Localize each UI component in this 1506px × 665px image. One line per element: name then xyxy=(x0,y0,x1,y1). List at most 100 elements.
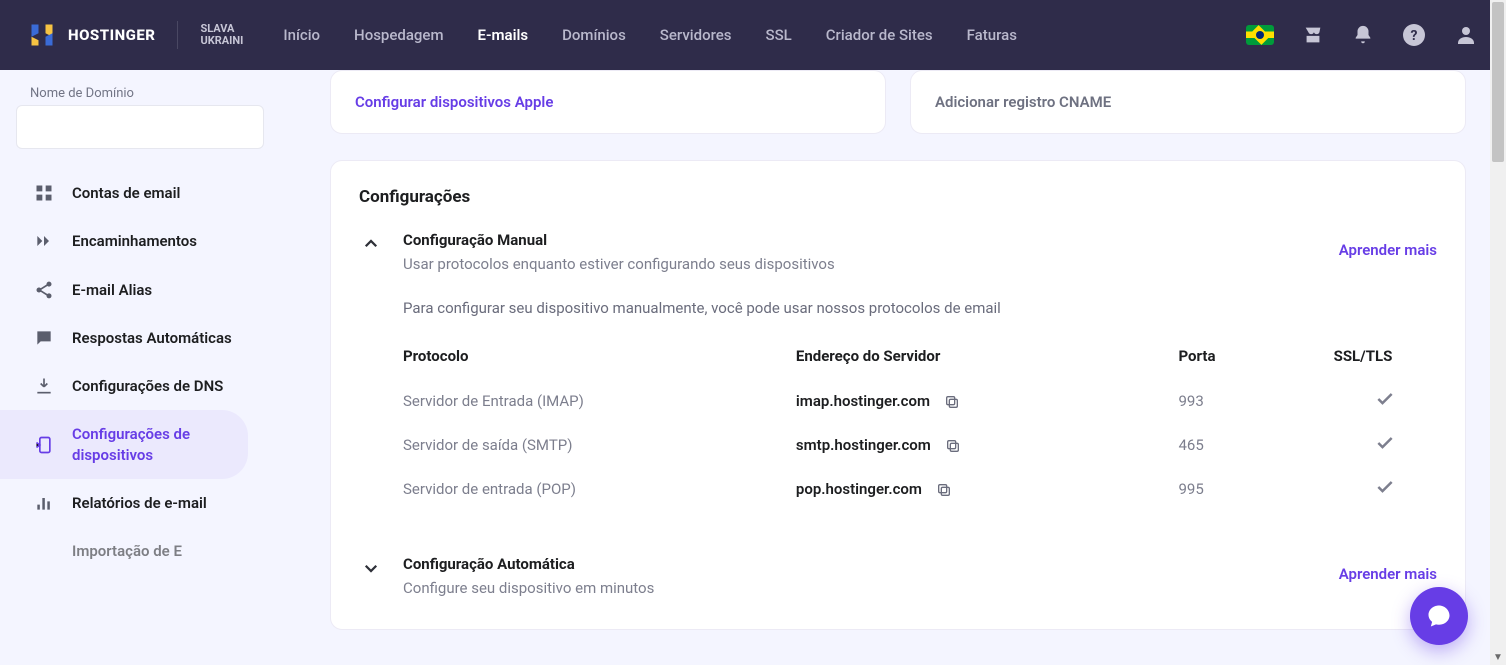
nav-faturas[interactable]: Faturas xyxy=(967,26,1017,44)
table-row: Servidor de Entrada (IMAP) imap.hostinge… xyxy=(403,379,1437,423)
chevron-down-icon xyxy=(359,555,383,577)
cell-proto: Servidor de saída (SMTP) xyxy=(403,423,796,467)
accordion-auto: Configuração Automática Configure seu di… xyxy=(359,555,1437,597)
sidebar-item-encaminhamentos[interactable]: Encaminhamentos xyxy=(0,217,248,265)
domain-select[interactable] xyxy=(16,105,264,149)
panel-heading: Configurações xyxy=(359,187,1437,207)
cell-ssl xyxy=(1334,467,1437,511)
copy-icon[interactable] xyxy=(936,482,952,498)
addr-text: pop.hostinger.com xyxy=(796,480,922,498)
accordion-manual-title: Configuração Manual xyxy=(403,231,1319,249)
svg-text:?: ? xyxy=(1411,28,1418,44)
cell-ssl xyxy=(1334,423,1437,467)
main-nav: Início Hospedagem E-mails Domínios Servi… xyxy=(283,26,1017,44)
check-icon xyxy=(1375,439,1395,457)
protocol-table: Protocolo Endereço do Servidor Porta SSL… xyxy=(403,339,1437,511)
copy-icon[interactable] xyxy=(944,394,960,410)
cell-port: 993 xyxy=(1178,379,1333,423)
table-row: Servidor de saída (SMTP) smtp.hostinger.… xyxy=(403,423,1437,467)
addr-text: imap.hostinger.com xyxy=(796,392,930,410)
locale-flag-icon[interactable] xyxy=(1246,25,1274,45)
scroll-thumb[interactable] xyxy=(1492,2,1504,162)
nav-servidores[interactable]: Servidores xyxy=(660,26,732,44)
slava-ukraini: SLAVA UKRAINI xyxy=(178,23,243,47)
cell-addr: pop.hostinger.com xyxy=(796,467,1179,511)
cell-port: 465 xyxy=(1178,423,1333,467)
accordion-manual: Configuração Manual Usar protocolos enqu… xyxy=(359,231,1437,521)
bell-icon[interactable] xyxy=(1352,24,1374,46)
quickcard-cname: Adicionar registro CNAME xyxy=(910,70,1466,134)
nav-criador[interactable]: Criador de Sites xyxy=(826,26,933,44)
header-actions: ? xyxy=(1246,23,1478,47)
manual-intro: Para configurar seu dispositivo manualme… xyxy=(403,299,1437,317)
top-header: HOSTINGER SLAVA UKRAINI Início Hospedage… xyxy=(0,0,1506,70)
cell-ssl xyxy=(1334,379,1437,423)
cell-addr: imap.hostinger.com xyxy=(796,379,1179,423)
forward-icon xyxy=(34,231,54,251)
accordion-auto-title: Configuração Automática xyxy=(403,555,1319,573)
sidebar-item-dispositivos[interactable]: Configurações de dispositivos xyxy=(0,410,248,479)
check-icon xyxy=(1375,395,1395,413)
sidebar-item-label: Encaminhamentos xyxy=(72,231,197,251)
col-addr: Endereço do Servidor xyxy=(796,339,1179,379)
cell-proto: Servidor de Entrada (IMAP) xyxy=(403,379,796,423)
device-icon xyxy=(34,435,54,455)
nav-dominios[interactable]: Domínios xyxy=(562,26,626,44)
nav-hospedagem[interactable]: Hospedagem xyxy=(354,26,443,44)
sidebar-item-label: Relatórios de e-mail xyxy=(72,493,207,513)
brand-block[interactable]: HOSTINGER xyxy=(28,21,178,49)
help-icon[interactable]: ? xyxy=(1402,23,1426,47)
sidebar-item-label: E-mail Alias xyxy=(72,280,152,300)
scroll-down-icon[interactable]: ▼ xyxy=(1490,649,1506,665)
account-icon[interactable] xyxy=(1454,23,1478,47)
page-scrollbar[interactable]: ▲ ▼ xyxy=(1490,0,1506,665)
grid-icon xyxy=(34,183,54,203)
sidebar: Nome de Domínio Contas de email Encaminh… xyxy=(0,70,280,665)
domain-label: Nome de Domínio xyxy=(0,86,280,105)
learn-more-auto[interactable]: Aprender mais xyxy=(1339,555,1437,583)
sidebar-item-respostas[interactable]: Respostas Automáticas xyxy=(0,314,248,362)
chevron-up-icon xyxy=(359,231,383,253)
accordion-auto-header[interactable]: Configuração Automática Configure seu di… xyxy=(359,555,1437,597)
col-proto: Protocolo xyxy=(403,339,796,379)
check-icon xyxy=(1375,483,1395,501)
nav-emails[interactable]: E-mails xyxy=(478,26,529,44)
table-row: Servidor de entrada (POP) pop.hostinger.… xyxy=(403,467,1437,511)
sidebar-item-label: Configurações de DNS xyxy=(72,376,223,396)
col-ssl: SSL/TLS xyxy=(1334,339,1437,379)
accordion-auto-sub: Configure seu dispositivo em minutos xyxy=(403,579,1319,597)
accordion-manual-header[interactable]: Configuração Manual Usar protocolos enqu… xyxy=(359,231,1437,273)
sidebar-item-contas[interactable]: Contas de email xyxy=(0,169,248,217)
sidebar-item-dns[interactable]: Configurações de DNS xyxy=(0,362,248,410)
addr-text: smtp.hostinger.com xyxy=(796,436,931,454)
nav-ssl[interactable]: SSL xyxy=(766,26,792,44)
hostinger-logo-icon xyxy=(28,21,56,49)
accordion-manual-sub: Usar protocolos enquanto estiver configu… xyxy=(403,255,1319,273)
quickcard-apple[interactable]: Configurar dispositivos Apple xyxy=(330,70,886,134)
cell-port: 995 xyxy=(1178,467,1333,511)
main-content: Configurar dispositivos Apple Adicionar … xyxy=(280,70,1506,665)
slava-line2: UKRAINI xyxy=(200,35,243,47)
col-port: Porta xyxy=(1178,339,1333,379)
brand-name: HOSTINGER xyxy=(68,26,155,44)
config-panel: Configurações Configuração Manual Usar p… xyxy=(330,160,1466,630)
sidebar-item-alias[interactable]: E-mail Alias xyxy=(0,266,248,314)
sidebar-item-relatorios[interactable]: Relatórios de e-mail xyxy=(0,479,248,527)
learn-more-manual[interactable]: Aprender mais xyxy=(1339,231,1437,259)
sidebar-item-importacao[interactable]: Importação de E xyxy=(0,527,248,575)
share-icon xyxy=(34,280,54,300)
sidebar-item-label: Contas de email xyxy=(72,183,180,203)
chat-bubble-icon xyxy=(1425,602,1453,630)
sidebar-item-label: Configurações de dispositivos xyxy=(72,424,234,465)
sidebar-item-label: Respostas Automáticas xyxy=(72,328,232,348)
chat-widget[interactable] xyxy=(1410,587,1468,645)
cell-addr: smtp.hostinger.com xyxy=(796,423,1179,467)
chat-icon xyxy=(34,328,54,348)
nav-inicio[interactable]: Início xyxy=(283,26,320,44)
store-icon[interactable] xyxy=(1302,24,1324,46)
accordion-manual-body: Para configurar seu dispositivo manualme… xyxy=(359,273,1437,521)
sidebar-item-label: Importação de E xyxy=(72,541,182,561)
bars-icon xyxy=(34,493,54,513)
copy-icon[interactable] xyxy=(945,438,961,454)
download-icon xyxy=(34,376,54,396)
